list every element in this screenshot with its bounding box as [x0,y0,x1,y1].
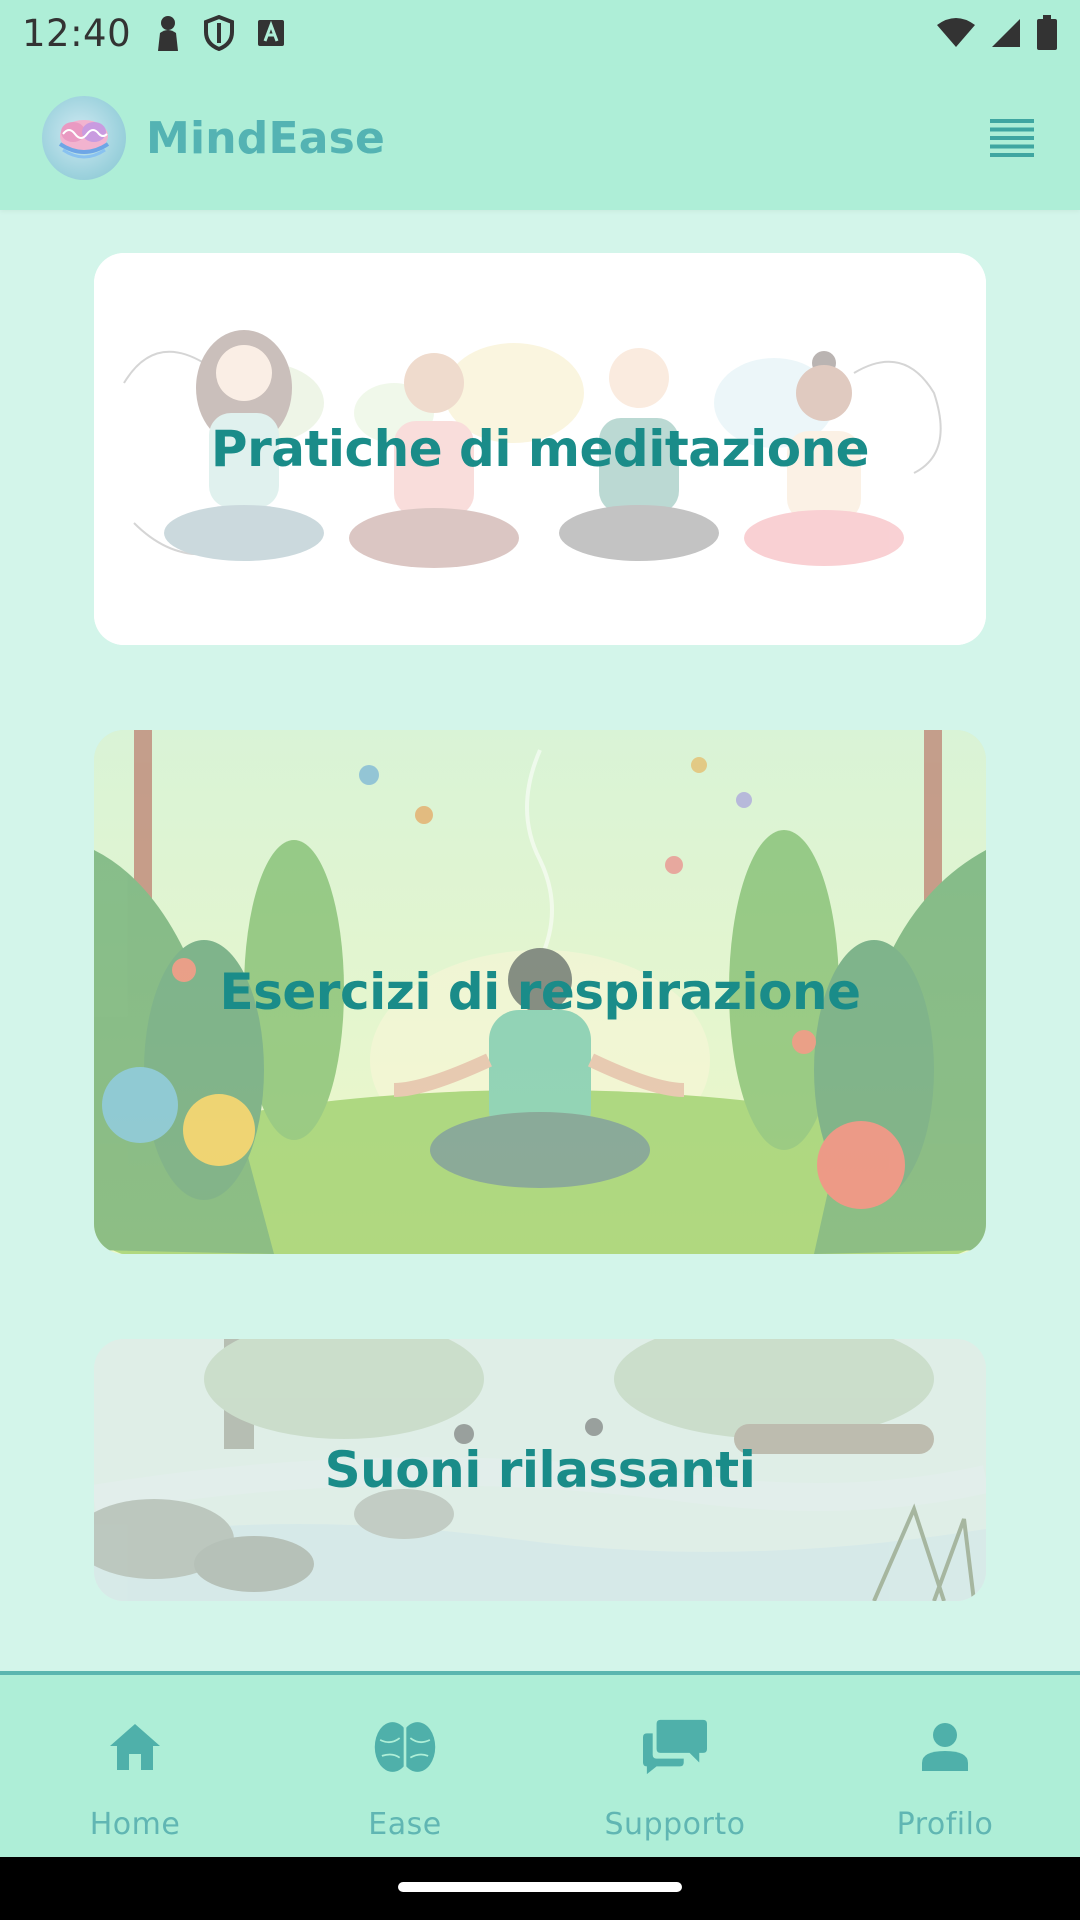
home-icon [103,1715,167,1779]
meditation-card[interactable]: Pratiche di meditazione [94,253,986,645]
person-icon [913,1715,977,1779]
sounds-card[interactable]: Suoni rilassanti [94,1339,986,1601]
wifi-icon [937,18,975,47]
nav-item-ease[interactable]: Ease [270,1675,540,1857]
app-bar: MindEase [0,66,1080,210]
gesture-nav-area [0,1857,1080,1920]
sounds-card-title: Suoni rilassanti [324,1441,756,1499]
nav-label-ease: Ease [368,1807,442,1842]
nav-label-profilo: Profilo [896,1807,994,1842]
status-bar: 12:40 [0,0,1080,66]
nav-item-profilo[interactable]: Profilo [810,1675,1080,1857]
menu-icon [990,119,1034,157]
menu-button[interactable] [984,110,1040,166]
brain-logo-icon [42,96,126,180]
battery-icon [1037,15,1057,50]
brand: MindEase [42,96,385,180]
signal-icon [992,19,1020,47]
breathing-card-title: Esercizi di respirazione [219,963,861,1021]
gesture-handle[interactable] [398,1882,682,1892]
status-time: 12:40 [22,11,132,55]
meditation-card-title: Pratiche di meditazione [210,420,870,478]
breathing-card[interactable]: Esercizi di respirazione [94,730,986,1254]
nav-item-supporto[interactable]: Supporto [540,1675,810,1857]
bottom-nav: Home Ease Supporto Profilo [0,1671,1080,1857]
nav-label-home: Home [89,1807,181,1842]
app-title: MindEase [146,112,386,164]
nav-label-supporto: Supporto [604,1807,746,1842]
shield-icon [204,15,235,51]
brain-icon [373,1715,437,1779]
chat-icon [643,1715,707,1779]
person-icon [158,16,179,51]
keyboard-a-icon [258,20,285,46]
nav-item-home[interactable]: Home [0,1675,270,1857]
